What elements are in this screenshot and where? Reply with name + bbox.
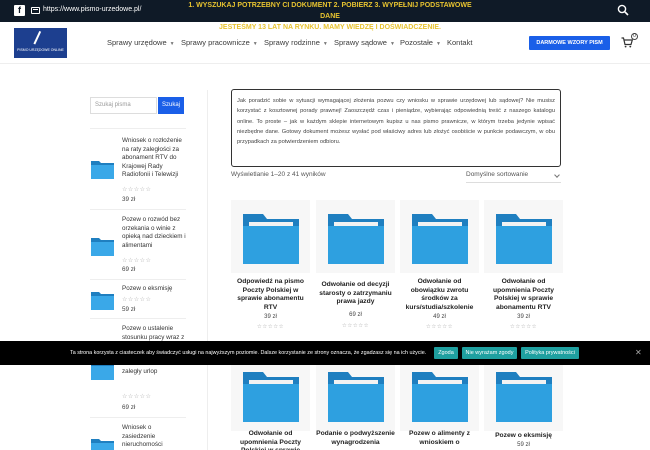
divider: [90, 318, 186, 319]
folder-icon: [496, 372, 552, 422]
nav-label: Sprawy rodzinne: [264, 38, 320, 47]
sidebar-product-title[interactable]: Pozew o rozwód bez orzekania o winie z o…: [122, 216, 186, 250]
product-image[interactable]: [484, 200, 563, 273]
product-image[interactable]: [484, 358, 563, 431]
nav-item-pozostale[interactable]: Pozostałe ▼: [400, 38, 441, 47]
nav-label: Sprawy pracownicze: [181, 38, 250, 47]
folder-icon: [243, 372, 299, 422]
intro-info-box: Jak poradzić sobie w sytuacji wymagające…: [231, 89, 561, 167]
privacy-policy-button[interactable]: Polityka prywatności: [521, 347, 579, 359]
folder-icon: [328, 214, 384, 264]
site-url[interactable]: https://www.pismo-urzedowe.pl/: [43, 6, 141, 13]
cookie-text: Ta strona korzysta z ciasteczek aby świa…: [70, 350, 427, 356]
folder-icon: [412, 214, 468, 264]
rating-stars: ☆☆☆☆☆: [509, 324, 538, 330]
product-title[interactable]: Odwołanie od decyzji starosty o zatrzyma…: [316, 281, 395, 307]
rating-stars: ☆☆☆☆☆: [256, 324, 285, 330]
folder-icon: [412, 372, 468, 422]
logo-text: PISMO URZĘDOWE ONLINE: [17, 48, 64, 52]
chevron-down-icon: ▼: [252, 41, 258, 47]
rating-stars: ☆☆☆☆☆: [122, 258, 152, 264]
cart-count-badge: 0: [631, 33, 638, 40]
product-price: 69 zł: [349, 312, 362, 318]
product-image[interactable]: [231, 358, 310, 431]
search-icon[interactable]: [617, 4, 629, 16]
nav-item-sprawy-sadowe[interactable]: Sprawy sądowe ▼: [334, 38, 395, 47]
divider: [90, 279, 186, 280]
product-image[interactable]: [400, 200, 479, 273]
product-title[interactable]: Podanie o podwyższenie wynagrodzenia: [316, 430, 395, 447]
site-logo[interactable]: PISMO URZĘDOWE ONLINE: [14, 28, 67, 58]
free-templates-button[interactable]: DARMOWE WZORY PISM: [529, 36, 610, 50]
chevron-down-icon: ▼: [169, 41, 175, 47]
cookie-decline-button[interactable]: Nie wyrażam zgody: [462, 347, 517, 359]
divider: [90, 417, 186, 418]
promo-line-1: 1. WYSZUKAJ POTRZEBNY CI DOKUMENT 2. POB…: [188, 2, 472, 20]
sidebar-search-button[interactable]: Szukaj: [158, 97, 184, 114]
nav-item-sprawy-pracownicze[interactable]: Sprawy pracownicze ▼: [181, 38, 258, 47]
rating-stars: ☆☆☆☆☆: [122, 187, 152, 193]
rating-stars: ☆☆☆☆☆: [122, 394, 152, 400]
sidebar-product-price: 39 zł: [122, 196, 136, 203]
nav-item-kontakt[interactable]: Kontakt: [447, 38, 472, 47]
promo-line-2: JESTEŚMY 13 LAT NA RYNKU. MAMY WIEDZĘ I …: [219, 24, 441, 31]
divider: [90, 128, 186, 129]
rating-stars: ☆☆☆☆☆: [425, 324, 454, 330]
promo-banner: 1. WYSZUKAJ POTRZEBNY CI DOKUMENT 2. POB…: [180, 0, 480, 31]
folder-icon: [496, 214, 552, 264]
folder-icon: [91, 439, 114, 450]
product-title[interactable]: Odpowiedź na pismo Poczty Polskiej w spr…: [231, 278, 310, 312]
chevron-down-icon: ▼: [322, 41, 328, 47]
product-price: 39 zł: [264, 314, 277, 320]
folder-icon: [91, 292, 114, 310]
folder-icon: [91, 161, 114, 179]
nav-item-sprawy-rodzinne[interactable]: Sprawy rodzinne ▼: [264, 38, 328, 47]
sort-select[interactable]: Domyślne sortowanie: [466, 171, 561, 178]
sidebar-product-price: 69 zł: [122, 266, 136, 273]
product-title[interactable]: Odwołanie od upomnienia Poczty Polskiej …: [231, 430, 310, 450]
rating-stars: ☆☆☆☆☆: [341, 323, 370, 329]
nav-item-sprawy-urzedowe[interactable]: Sprawy urzędowe ▼: [107, 38, 175, 47]
cookie-accept-button[interactable]: Zgoda: [434, 347, 458, 359]
results-count: Wyświetlanie 1–20 z 41 wyników: [231, 171, 326, 178]
product-title[interactable]: Odwołanie od obowiązku zwrotu środków za…: [400, 278, 479, 312]
sidebar-product-price: 59 zł: [122, 306, 136, 313]
product-image[interactable]: [316, 358, 395, 431]
folder-icon: [243, 214, 299, 264]
chevron-down-icon: ▼: [389, 41, 395, 47]
sidebar-product-price: 69 zł: [122, 404, 136, 411]
product-title[interactable]: Odwołanie od upomnienia Poczty Polskiej …: [484, 278, 563, 312]
product-price: 59 zł: [517, 442, 530, 448]
product-title[interactable]: Pozew o eksmisję: [484, 432, 563, 441]
chevron-down-icon: ▼: [435, 41, 441, 47]
facebook-icon[interactable]: f: [14, 5, 25, 16]
sidebar-product-title[interactable]: Wniosek o zasiedzenie nieruchomości: [122, 424, 186, 450]
sidebar-product-title[interactable]: Pozew o eksmisję: [122, 285, 186, 294]
column-divider: [207, 90, 208, 450]
nav-label: Sprawy sądowe: [334, 38, 387, 47]
product-price: 49 zł: [433, 314, 446, 320]
product-image[interactable]: [316, 200, 395, 273]
product-price: 39 zł: [517, 314, 530, 320]
envelope-icon: [31, 7, 40, 14]
folder-icon: [328, 372, 384, 422]
feather-icon: [33, 30, 47, 48]
close-icon[interactable]: ✕: [635, 349, 642, 357]
product-image[interactable]: [231, 200, 310, 273]
rating-stars: ☆☆☆☆☆: [122, 297, 152, 303]
divider: [466, 182, 561, 183]
divider: [90, 209, 186, 210]
sidebar-search-input[interactable]: Szukaj pisma: [90, 97, 157, 114]
nav-label: Sprawy urzędowe: [107, 38, 167, 47]
product-title[interactable]: Pozew o alimenty z wnioskiem o: [400, 430, 479, 447]
cookie-consent-bar: Ta strona korzysta z ciasteczek aby świa…: [0, 341, 650, 365]
product-image[interactable]: [400, 358, 479, 431]
sidebar-product-title[interactable]: Wniosek o rozłożenie na raty zaległości …: [122, 137, 186, 180]
folder-icon: [91, 238, 114, 256]
nav-label: Pozostałe: [400, 38, 433, 47]
page: f https://www.pismo-urzedowe.pl/ 1. WYSZ…: [0, 0, 650, 450]
